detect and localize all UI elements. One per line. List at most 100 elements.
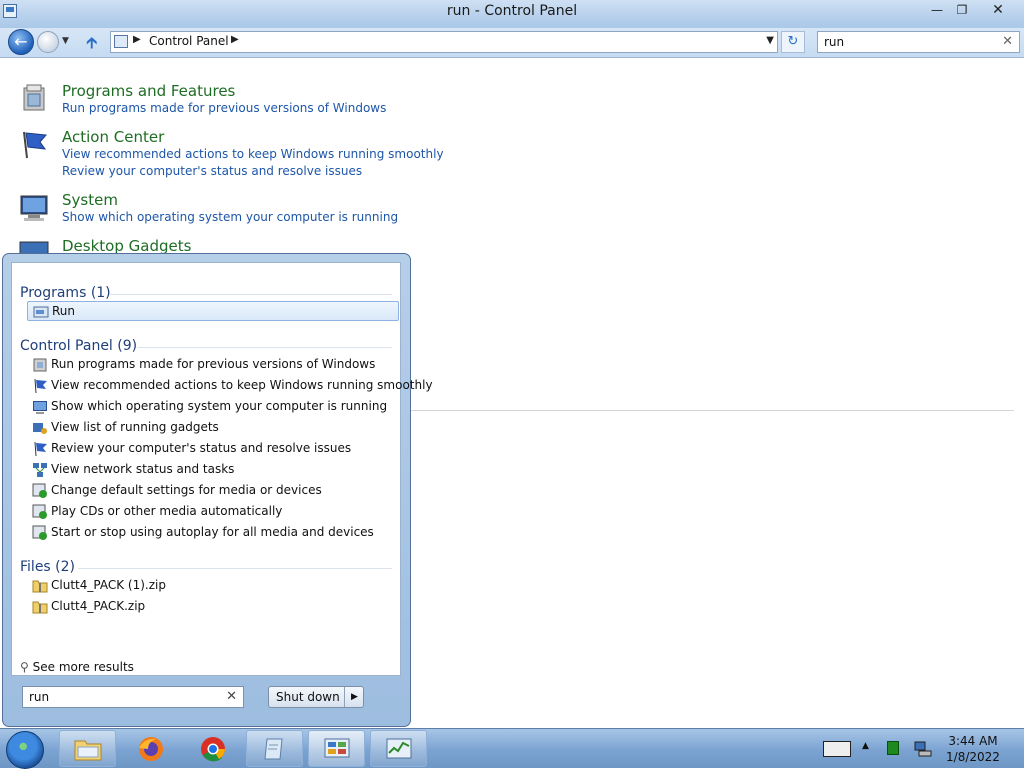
notepad-icon <box>264 738 283 760</box>
program-item-run[interactable]: Run <box>27 301 399 321</box>
navigation-bar: ← ▼ 🡱 ▶ Control Panel ▶ ▼ ↻ run ✕ <box>0 28 1024 58</box>
item-label: Clutt4_PACK (1).zip <box>51 578 166 592</box>
result-link[interactable]: Run programs made for previous versions … <box>62 101 386 115</box>
group-header-control-panel[interactable]: Control Panel (9) <box>20 338 137 354</box>
result-link[interactable]: Review your computer's status and resolv… <box>62 164 362 178</box>
start-button-windows-orb-icon[interactable] <box>6 731 44 769</box>
explorer-folder-icon <box>74 740 102 761</box>
control-panel-item[interactable]: View network status and tasks <box>27 460 399 480</box>
network-tray-icon[interactable] <box>914 741 932 757</box>
control-panel-item[interactable]: Play CDs or other media automatically <box>27 502 399 522</box>
item-label: View list of running gadgets <box>51 420 219 434</box>
minimize-button[interactable]: — <box>924 1 950 19</box>
result-link[interactable]: View recommended actions to keep Windows… <box>62 147 444 161</box>
taskbar-control-panel-button[interactable] <box>308 730 365 767</box>
up-arrow-icon[interactable]: 🡱 <box>86 32 98 59</box>
item-label: Change default settings for media or dev… <box>51 483 322 497</box>
item-label: Start or stop using autoplay for all med… <box>51 525 374 539</box>
start-search-input[interactable]: run ✕ <box>22 686 244 708</box>
autoplay-icon <box>32 483 47 498</box>
control-panel-icon <box>324 738 350 758</box>
autoplay-icon <box>32 504 47 519</box>
clear-search-icon[interactable]: ✕ <box>226 689 237 704</box>
zip-folder-icon <box>32 601 48 614</box>
programs-icon <box>33 358 47 372</box>
group-separator <box>138 347 392 348</box>
magnifier-icon: ⚲ <box>20 660 29 674</box>
control-panel-item[interactable]: Start or stop using autoplay for all med… <box>27 523 399 543</box>
taskbar-task-manager-button[interactable] <box>370 730 427 767</box>
start-menu: Programs (1) Run Control Panel (9) Run p… <box>2 253 433 727</box>
taskbar-chrome-button[interactable] <box>184 730 241 767</box>
start-search-value: run <box>29 690 50 704</box>
gadgets-icon <box>33 423 47 434</box>
title-bar: run - Control Panel — ❐ ✕ <box>0 0 1024 28</box>
result-title[interactable]: System <box>62 191 118 209</box>
firefox-icon <box>139 737 163 761</box>
breadcrumb-control-panel[interactable]: Control Panel <box>149 34 229 48</box>
breadcrumb-arrow-icon[interactable]: ▶ <box>133 34 141 45</box>
clear-search-icon[interactable]: ✕ <box>1002 34 1013 49</box>
item-label: Show which operating system your compute… <box>51 399 388 413</box>
close-button[interactable]: ✕ <box>974 1 1022 19</box>
network-icon <box>33 463 47 477</box>
shutdown-options-arrow-icon[interactable]: ▶ <box>344 687 364 707</box>
taskbar-firefox-button[interactable] <box>122 730 179 767</box>
programs-features-icon <box>23 84 45 111</box>
show-hidden-icons-arrow-icon[interactable]: ▲ <box>862 741 869 751</box>
result-title[interactable]: Action Center <box>62 128 164 146</box>
task-manager-icon <box>386 738 412 759</box>
control-panel-item[interactable]: View list of running gadgets <box>27 418 399 438</box>
system-monitor-icon <box>20 195 48 221</box>
result-title[interactable]: Programs and Features <box>62 82 235 100</box>
start-menu-results: Programs (1) Run Control Panel (9) Run p… <box>11 262 433 676</box>
item-label: Clutt4_PACK.zip <box>51 599 146 613</box>
action-center-tray-icon[interactable] <box>887 741 899 755</box>
file-item[interactable]: Clutt4_PACK (1).zip <box>27 576 399 596</box>
group-separator <box>110 294 392 295</box>
control-panel-item[interactable]: Review your computer's status and resolv… <box>27 439 399 459</box>
shutdown-label: Shut down <box>276 690 340 704</box>
forward-button[interactable] <box>37 31 59 53</box>
group-separator <box>78 568 392 569</box>
control-panel-item[interactable]: Run programs made for previous versions … <box>27 355 399 375</box>
refresh-icon: ↻ <box>787 34 799 49</box>
search-input-value: run <box>824 35 845 49</box>
divider <box>410 410 1014 411</box>
back-arrow-icon: ← <box>14 32 28 51</box>
autoplay-icon <box>32 525 47 540</box>
recent-pages-chevron-down-icon[interactable]: ▼ <box>62 36 69 46</box>
address-dropdown-icon[interactable]: ▼ <box>766 35 774 46</box>
control-panel-item[interactable]: View recommended actions to keep Windows… <box>27 376 433 396</box>
group-header-programs[interactable]: Programs (1) <box>20 285 111 301</box>
item-label: Review your computer's status and resolv… <box>51 441 352 455</box>
refresh-button[interactable]: ↻ <box>781 31 805 53</box>
run-icon <box>33 306 49 318</box>
chrome-icon <box>201 737 225 762</box>
system-icon <box>33 401 47 414</box>
item-label: View recommended actions to keep Windows… <box>51 378 433 392</box>
see-more-results-link[interactable]: ⚲ See more results <box>20 660 134 674</box>
control-panel-item[interactable]: Show which operating system your compute… <box>27 397 399 417</box>
group-header-files[interactable]: Files (2) <box>20 559 75 575</box>
back-button[interactable]: ← <box>8 29 34 55</box>
item-label: View network status and tasks <box>51 462 235 476</box>
control-panel-item[interactable]: Change default settings for media or dev… <box>27 481 399 501</box>
search-input[interactable]: run ✕ <box>817 31 1020 53</box>
action-center-flag-icon <box>23 131 48 159</box>
taskbar-explorer-button[interactable] <box>59 730 116 767</box>
breadcrumb-arrow-icon[interactable]: ▶ <box>231 34 239 45</box>
taskbar-notepad-button[interactable] <box>246 730 303 767</box>
shutdown-button[interactable]: Shut down ▶ <box>268 686 364 708</box>
address-bar[interactable]: ▶ Control Panel ▶ ▼ <box>110 31 778 53</box>
flag-icon <box>34 441 47 457</box>
keyboard-icon[interactable] <box>823 741 851 757</box>
see-more-label: See more results <box>32 660 134 674</box>
control-panel-small-icon <box>114 35 128 48</box>
system-clock[interactable]: 3:44 AM 1/8/2022 <box>938 733 1008 765</box>
item-label: Play CDs or other media automatically <box>51 504 283 518</box>
result-link[interactable]: Show which operating system your compute… <box>62 210 398 224</box>
maximize-button[interactable]: ❐ <box>950 1 974 19</box>
file-item[interactable]: Clutt4_PACK.zip <box>27 597 399 617</box>
zip-folder-icon <box>32 580 48 593</box>
